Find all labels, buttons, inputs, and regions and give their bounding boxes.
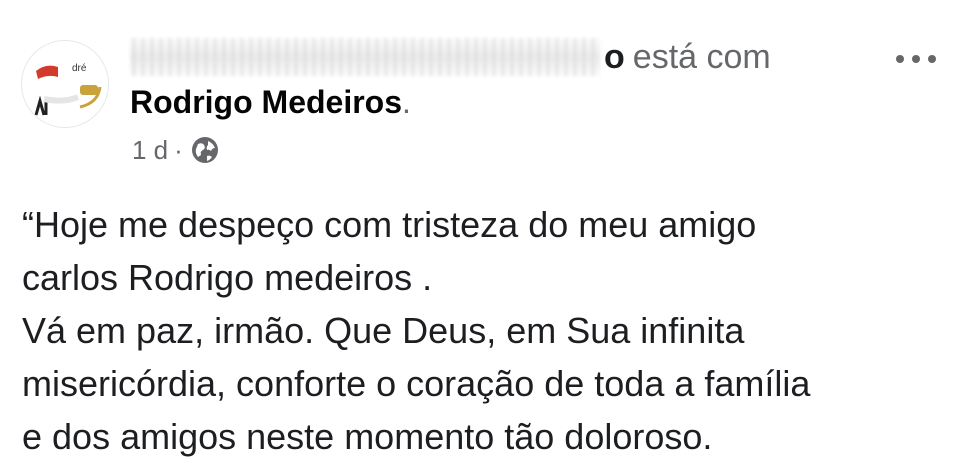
tagged-suffix: . — [402, 84, 411, 120]
post-body-line: carlos Rodrigo medeiros . — [22, 257, 433, 298]
post-header-line: o está com — [130, 34, 771, 80]
author-name-suffix[interactable]: o — [604, 38, 625, 77]
profile-avatar[interactable]: dré — [21, 40, 109, 128]
author-name-blurred[interactable] — [130, 38, 600, 76]
facebook-post: dré o está com Rodrigo Medeiros. 1 d · “… — [0, 0, 971, 476]
action-text: está com — [632, 37, 771, 76]
avatar-image: dré — [22, 41, 108, 127]
post-body-line: e dos amigos neste momento tão doloroso. — [22, 416, 713, 457]
post-body: “Hoje me despeço com tristeza do meu ami… — [22, 198, 952, 463]
meta-separator: · — [174, 134, 183, 165]
post-meta: 1 d · — [132, 134, 221, 166]
more-options-icon — [896, 55, 936, 63]
globe-icon[interactable] — [189, 134, 221, 166]
svg-text:dré: dré — [72, 63, 87, 74]
post-body-line: misericórdia, conforte o coração de toda… — [22, 363, 811, 404]
tagged-person: Rodrigo Medeiros. — [130, 84, 411, 121]
tagged-person-link[interactable]: Rodrigo Medeiros — [130, 84, 402, 120]
more-options-button[interactable] — [886, 44, 946, 74]
post-body-line: Vá em paz, irmão. Que Deus, em Sua infin… — [22, 310, 745, 351]
post-timestamp[interactable]: 1 d — [132, 135, 168, 166]
post-body-line: “Hoje me despeço com tristeza do meu ami… — [22, 204, 757, 245]
